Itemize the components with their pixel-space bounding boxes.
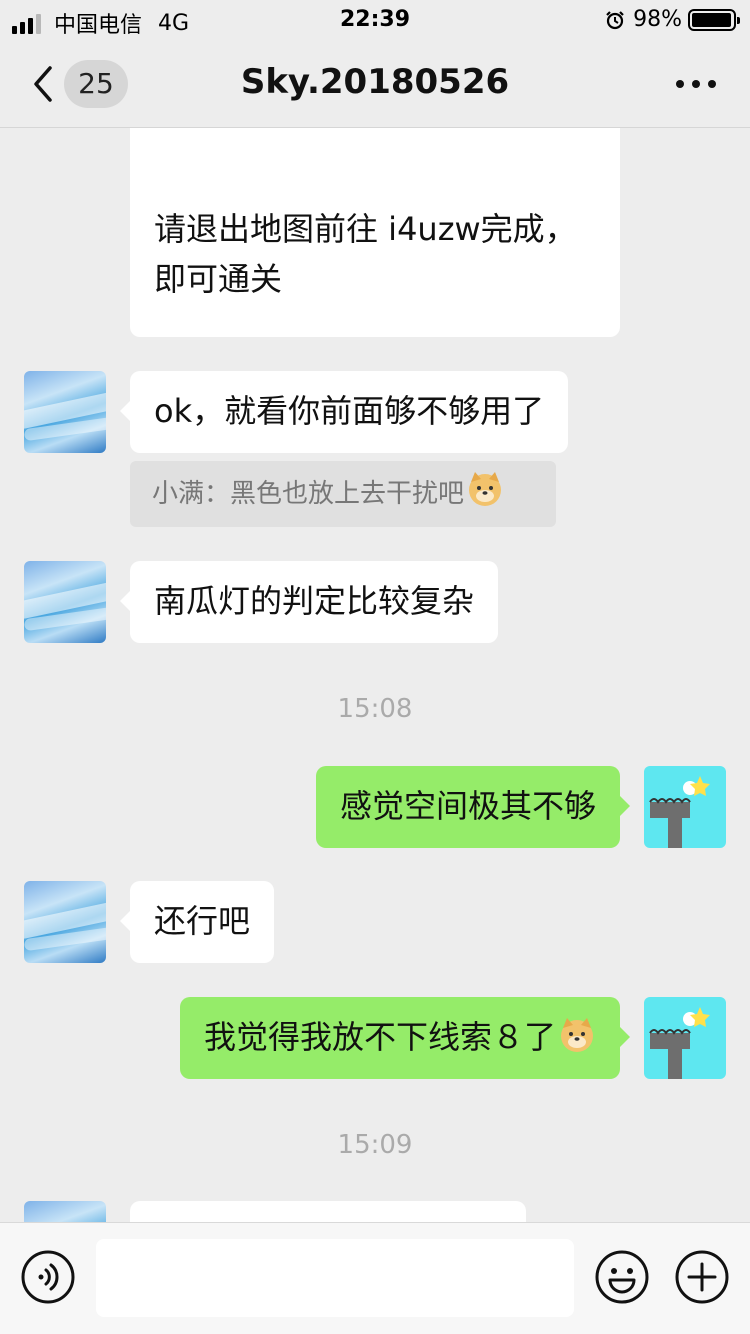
message-text: 还行吧 (154, 902, 251, 940)
sent-message[interactable]: 感觉空间极其不够 (315, 766, 631, 848)
message-text: ok，就看你前面够不够用了 (154, 392, 545, 430)
message-text: 我觉得我放不下线索８了 (203, 1018, 556, 1056)
doge-emoji-icon (561, 1018, 593, 1052)
battery-icon (688, 8, 740, 31)
more-options-icon[interactable] (672, 70, 720, 98)
plus-icon[interactable] (674, 1249, 730, 1305)
contact-avatar[interactable] (24, 881, 106, 963)
contact-avatar[interactable] (24, 561, 106, 643)
contact-avatar[interactable] (24, 1201, 106, 1222)
message-timestamp: 15:09 (337, 1130, 413, 1160)
my-avatar[interactable] (644, 766, 726, 848)
quote-text: 小满：黑色也放上去干扰吧 (152, 479, 465, 509)
contact-avatar[interactable] (24, 371, 106, 453)
chat-header: 25 Sky.20180526 (0, 40, 750, 128)
message-text: 感觉空间极其不够 (339, 787, 596, 825)
message-list[interactable]: 请退出地图前往 i4uzw完成， 即可通关 ok，就看你前面够不够用了 小满：黑… (0, 128, 750, 1222)
received-message[interactable]: 南瓜灯的判定比较复杂 (119, 561, 499, 643)
unread-count-badge[interactable]: 25 (64, 60, 128, 108)
message-input[interactable] (96, 1239, 574, 1317)
message-text-line: 请退出地图前往 i4uzw完成， (154, 210, 577, 248)
message-timestamp: 15:08 (337, 694, 413, 724)
message-text-line: 即可通关 (154, 260, 283, 298)
carrier-name: 中国电信 (54, 13, 143, 38)
network-type: 4G (158, 10, 190, 36)
alarm-icon (606, 10, 624, 29)
doge-emoji-icon (469, 472, 502, 506)
game-avatar-icon (649, 776, 710, 848)
sent-message[interactable]: 我觉得我放不下线索８了 (179, 997, 631, 1079)
voice-icon[interactable] (20, 1249, 76, 1305)
message-text: 南瓜灯的判定比较复杂 (154, 582, 475, 620)
received-message[interactable]: ok，就看你前面够不够用了 (119, 371, 569, 453)
game-avatar-icon (649, 1007, 710, 1079)
message-input-bar (0, 1222, 750, 1334)
received-message[interactable] (130, 1201, 526, 1222)
back-chevron-icon[interactable] (24, 62, 64, 106)
received-message[interactable]: 请退出地图前往 i4uzw完成， 即可通关 (130, 128, 620, 337)
status-bar: 中国电信 4G 22:39 98% (0, 0, 750, 40)
my-avatar[interactable] (644, 997, 726, 1079)
battery-percent: 98% (633, 7, 682, 32)
signal-strength-icon (12, 12, 44, 34)
quoted-reply[interactable]: 小满：黑色也放上去干扰吧 (130, 461, 556, 527)
smiley-icon[interactable] (594, 1249, 650, 1305)
received-message[interactable]: 还行吧 (119, 881, 275, 963)
